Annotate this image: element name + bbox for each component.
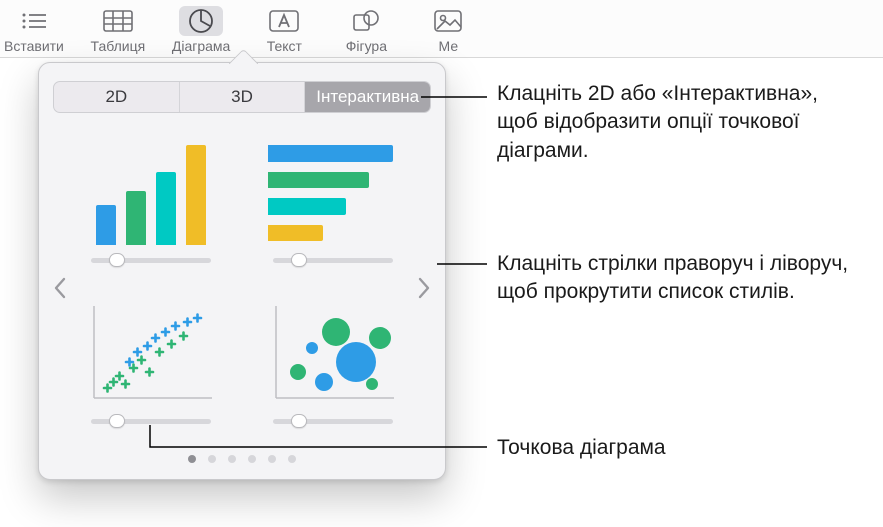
- thumb-slider[interactable]: [91, 255, 211, 265]
- seg-label: Інтерактивна: [316, 87, 419, 107]
- bubble-preview-icon: [268, 302, 398, 406]
- chart-thumb-vbar[interactable]: [83, 141, 219, 280]
- pager-dot[interactable]: [228, 455, 236, 463]
- toolbar-label: Ме: [439, 38, 459, 54]
- pager-dot[interactable]: [208, 455, 216, 463]
- chevron-left-icon: [53, 276, 67, 300]
- thumb-slider[interactable]: [91, 416, 211, 426]
- pager-dot[interactable]: [268, 455, 276, 463]
- toolbar-item-chart[interactable]: Діаграма: [172, 6, 230, 54]
- chart-type-segmented: 2D 3D Інтерактивна: [53, 81, 431, 113]
- shape-icon: [352, 9, 380, 33]
- seg-3d[interactable]: 3D: [180, 82, 306, 112]
- chart-thumb-scatter[interactable]: [83, 302, 219, 441]
- thumb-slider[interactable]: [273, 255, 393, 265]
- table-icon: [103, 10, 133, 32]
- toolbar-label: Діаграма: [172, 38, 230, 54]
- toolbar-label: Фігура: [346, 38, 387, 54]
- chevron-right-icon: [417, 276, 431, 300]
- gallery-next[interactable]: [413, 273, 435, 303]
- media-icon: [434, 10, 462, 32]
- toolbar-item-table[interactable]: Таблиця: [90, 6, 146, 54]
- chart-popover: 2D 3D Інтерактивна: [38, 62, 446, 480]
- seg-label: 2D: [105, 87, 127, 107]
- scatter-preview-icon: [86, 302, 216, 406]
- toolbar-label: Вставити: [4, 38, 64, 54]
- pager-dot[interactable]: [248, 455, 256, 463]
- pager-dot[interactable]: [188, 455, 196, 463]
- callout-text-arrows: Клацніть стрілки праворуч і ліворуч, щоб…: [497, 250, 867, 307]
- seg-label: 3D: [231, 87, 253, 107]
- toolbar-item-media[interactable]: Ме: [420, 6, 476, 54]
- text-icon: [269, 10, 299, 32]
- pager-dot[interactable]: [288, 455, 296, 463]
- seg-2d[interactable]: 2D: [54, 82, 180, 112]
- toolbar: Вставити Таблиця Діаграма Текст Фігура М…: [0, 0, 883, 58]
- callout-text-tabs: Клацніть 2D або «Інтерактивна», щоб відо…: [497, 80, 857, 165]
- toolbar-item-insert[interactable]: Вставити: [4, 6, 64, 54]
- toolbar-item-shape[interactable]: Фігура: [338, 6, 394, 54]
- seg-interactive[interactable]: Інтерактивна: [305, 82, 430, 112]
- toolbar-label: Таблиця: [91, 38, 146, 54]
- chart-thumb-bubble[interactable]: [265, 302, 401, 441]
- chart-thumb-hbar[interactable]: [265, 141, 401, 280]
- gallery-pager: [53, 455, 431, 463]
- callout-text-scatter: Точкова діаграма: [497, 434, 857, 462]
- toolbar-item-text[interactable]: Текст: [256, 6, 312, 54]
- toolbar-label: Текст: [267, 38, 302, 54]
- toc-icon: [20, 10, 48, 32]
- chart-icon: [188, 8, 214, 34]
- chart-gallery: [53, 141, 431, 441]
- gallery-prev[interactable]: [49, 273, 71, 303]
- thumb-slider[interactable]: [273, 416, 393, 426]
